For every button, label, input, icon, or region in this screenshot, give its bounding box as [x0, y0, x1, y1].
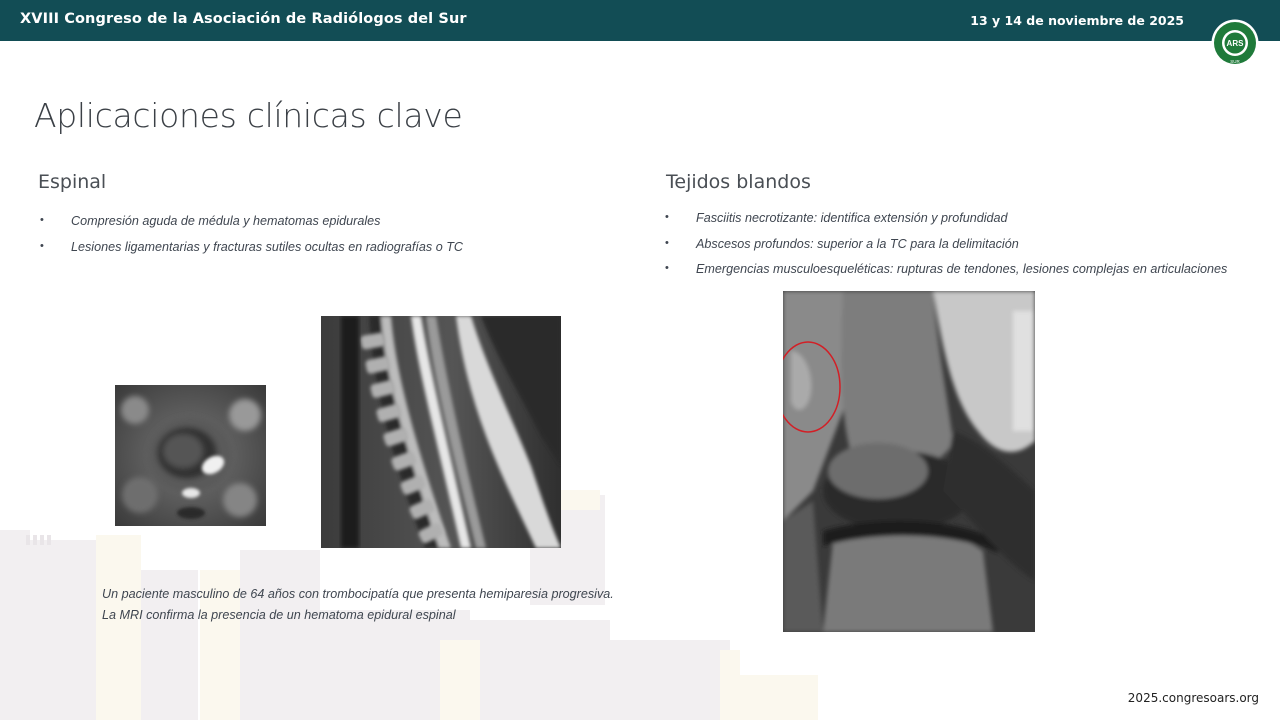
case-caption: Un paciente masculino de 64 años con tro…	[102, 584, 614, 626]
tejidos-bullet-list: • Fasciitis necrotizante: identifica exte…	[665, 211, 1227, 288]
mri-knee-image	[783, 291, 1035, 632]
section-heading-tejidos-blandos: Tejidos blandos	[666, 171, 811, 193]
caption-line: La MRI confirma la presencia de un hemat…	[102, 608, 456, 622]
list-item: • Lesiones ligamentarias y fracturas suti…	[40, 240, 463, 254]
slide-title: Aplicaciones clínicas clave	[34, 96, 463, 135]
congress-date: 13 y 14 de noviembre de 2025	[970, 13, 1184, 28]
caption-line: Un paciente masculino de 64 años con tro…	[102, 587, 614, 601]
espinal-bullet-list: • Compresión aguda de médula y hematomas …	[40, 214, 463, 266]
header-bar: XVIII Congreso de la Asociación de Radió…	[0, 0, 1280, 41]
list-item: • Emergencias musculoesqueléticas: ruptur…	[665, 262, 1228, 276]
mri-axial-spine-image	[115, 385, 266, 526]
section-heading-espinal: Espinal	[38, 171, 107, 193]
list-item: • Abscesos profundos: superior a la TC pa…	[665, 236, 1019, 251]
logo-ring-bottom: SUR	[1230, 59, 1240, 64]
list-item: • Fasciitis necrotizante: identifica exte…	[665, 211, 1008, 225]
footer-url[interactable]: 2025.congresoars.org	[1128, 691, 1259, 705]
congress-title: XVIII Congreso de la Asociación de Radió…	[20, 11, 467, 27]
list-item: • Compresión aguda de médula y hematomas …	[40, 214, 381, 228]
ars-logo: ARS SUR	[1211, 19, 1259, 67]
mri-sagittal-spine-image	[321, 316, 561, 548]
logo-center-text: ARS	[1227, 39, 1245, 48]
